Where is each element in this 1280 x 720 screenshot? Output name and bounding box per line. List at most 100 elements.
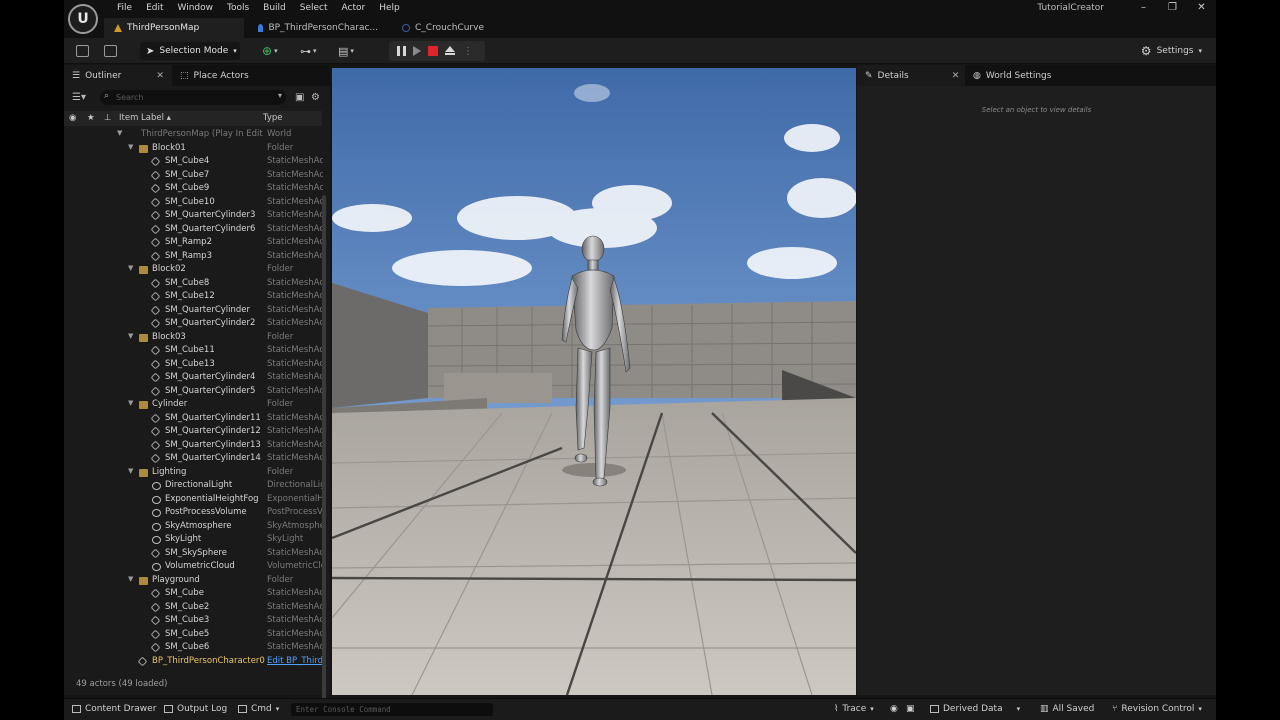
table-row[interactable]: ExponentialHeightFog ExponentialHeightFog: [64, 493, 323, 507]
column-type[interactable]: Type: [263, 113, 283, 123]
table-row[interactable]: SM_Cube10 StaticMeshActor: [64, 196, 323, 210]
table-row[interactable]: SM_SkySphere StaticMeshActor: [64, 547, 323, 561]
folder-row[interactable]: ▼ Block01 Folder: [64, 142, 322, 156]
tab-outliner[interactable]: ☰ Outliner ✕: [64, 65, 172, 86]
expand-arrow-icon[interactable]: ▼: [128, 264, 133, 272]
table-row[interactable]: SM_QuarterCylinder12 StaticMeshActor: [64, 425, 323, 439]
row-type[interactable]: Edit BP_ThirdPersonCharacter: [267, 656, 323, 666]
table-row[interactable]: SM_Cube8 StaticMeshActor: [64, 277, 323, 291]
menu-edit[interactable]: Edit: [139, 0, 170, 16]
table-row[interactable]: SM_Cube11 StaticMeshActor: [64, 344, 323, 358]
add-actor-button[interactable]: ⊕ ▾: [262, 43, 278, 59]
step-frame-icon[interactable]: [413, 46, 421, 56]
level-viewport[interactable]: [332, 68, 856, 695]
restore-icon[interactable]: ❐: [1158, 0, 1187, 16]
folder-row[interactable]: ▼ Cylinder Folder: [64, 398, 322, 412]
table-row[interactable]: SM_Cube9 StaticMeshActor: [64, 182, 323, 196]
save-icon[interactable]: [76, 45, 89, 57]
outliner-search-input[interactable]: ⌕ Search ▾: [100, 90, 286, 105]
tab-place-actors[interactable]: ⬚ Place Actors: [172, 65, 257, 86]
table-row[interactable]: BP_ThirdPersonCharacter0Edit BP_ThirdPer…: [64, 655, 323, 669]
table-row[interactable]: SM_Cube7 StaticMeshActor: [64, 169, 323, 183]
visibility-column-icon[interactable]: ◉: [69, 113, 76, 123]
table-row[interactable]: VolumetricCloud VolumetricCloud: [64, 560, 323, 574]
table-row[interactable]: SM_Cube3 StaticMeshActor: [64, 614, 323, 628]
settings-button[interactable]: ⚙ Settings ▾: [1141, 43, 1202, 59]
table-row[interactable]: SM_QuarterCylinder11 StaticMeshActor: [64, 412, 323, 426]
table-row[interactable]: SM_QuarterCylinder2 StaticMeshActor: [64, 317, 323, 331]
cinematics-button[interactable]: ▤ ▾: [338, 43, 354, 59]
expand-arrow-icon[interactable]: ▼: [128, 332, 133, 340]
trace-button[interactable]: ⌇ Trace ▾: [834, 704, 874, 714]
folder-row[interactable]: ▼ Lighting Folder: [64, 466, 322, 480]
selection-mode-button[interactable]: ➤ Selection Mode ▾: [140, 42, 240, 60]
close-window-icon[interactable]: ✕: [1187, 0, 1216, 16]
derived-data-button[interactable]: Derived Data ▾: [930, 704, 1020, 714]
table-row[interactable]: DirectionalLight DirectionalLight: [64, 479, 323, 493]
table-row[interactable]: PostProcessVolume PostProcessVolume: [64, 506, 323, 520]
table-row[interactable]: SM_QuarterCylinder5 StaticMeshActor: [64, 385, 323, 399]
tab-bp-thirdpersoncharacter[interactable]: BP_ThirdPersonCharac...: [248, 18, 388, 38]
table-row[interactable]: SM_QuarterCylinder14 StaticMeshActor: [64, 452, 323, 466]
tab-details[interactable]: ✎ Details ✕: [857, 65, 965, 86]
expand-arrow-icon[interactable]: ▼: [128, 467, 133, 475]
menu-select[interactable]: Select: [293, 0, 335, 16]
menu-tools[interactable]: Tools: [220, 0, 256, 16]
menu-actor[interactable]: Actor: [335, 0, 373, 16]
table-row[interactable]: SkyAtmosphere SkyAtmosphere: [64, 520, 323, 534]
table-row[interactable]: SM_QuarterCylinder StaticMeshActor: [64, 304, 323, 318]
gear-icon[interactable]: ⚙: [311, 92, 320, 103]
table-row[interactable]: SM_Cube StaticMeshActor: [64, 587, 323, 601]
table-row[interactable]: ▼ ThirdPersonMap (Play In Edit World: [64, 128, 322, 142]
table-row[interactable]: SM_QuarterCylinder4 StaticMeshActor: [64, 371, 323, 385]
unreal-logo-icon[interactable]: U: [68, 4, 98, 34]
blueprints-button[interactable]: ⊶ ▾: [300, 43, 317, 59]
record-icon[interactable]: ◉: [890, 704, 898, 714]
expand-arrow-icon[interactable]: ▼: [128, 143, 133, 151]
outliner-scrollbar[interactable]: [322, 195, 326, 715]
revision-control-button[interactable]: ⑂ Revision Control ▾: [1112, 704, 1202, 714]
expand-arrow-icon[interactable]: ▼: [128, 575, 133, 583]
table-row[interactable]: SM_Cube12 StaticMeshActor: [64, 290, 323, 304]
stop-icon[interactable]: [428, 46, 438, 56]
table-row[interactable]: SM_Cube2 StaticMeshActor: [64, 601, 323, 615]
table-row[interactable]: SM_Cube6 StaticMeshActor: [64, 641, 323, 655]
filter-icon[interactable]: ☰▾: [72, 92, 86, 103]
tab-world-settings[interactable]: ◍ World Settings: [965, 65, 1059, 86]
pause-icon[interactable]: [397, 46, 406, 56]
output-log-button[interactable]: Output Log: [164, 704, 227, 714]
favorite-column-icon[interactable]: ★: [87, 113, 95, 123]
column-item-label[interactable]: Item Label ▴: [119, 113, 171, 123]
table-row[interactable]: SM_Cube5 StaticMeshActor: [64, 628, 323, 642]
screenshot-icon[interactable]: ▣: [906, 704, 915, 714]
menu-build[interactable]: Build: [256, 0, 293, 16]
pin-column-icon[interactable]: ⊥: [104, 113, 111, 123]
table-row[interactable]: SM_Ramp2 StaticMeshActor: [64, 236, 323, 250]
tab-thirdpersonmap[interactable]: ThirdPersonMap: [104, 18, 244, 38]
folder-row[interactable]: ▼ Playground Folder: [64, 574, 322, 588]
minimize-icon[interactable]: –: [1129, 0, 1158, 16]
menu-window[interactable]: Window: [171, 0, 221, 16]
cmd-button[interactable]: Cmd ▾: [238, 704, 279, 714]
table-row[interactable]: SkyLight SkyLight: [64, 533, 322, 547]
eject-icon[interactable]: [445, 46, 456, 56]
more-options-icon[interactable]: ⋮: [463, 46, 473, 57]
table-row[interactable]: SM_QuarterCylinder3 StaticMeshActor: [64, 209, 323, 223]
table-row[interactable]: SM_QuarterCylinder6 StaticMeshActor: [64, 223, 323, 237]
menu-help[interactable]: Help: [372, 0, 407, 16]
all-saved-button[interactable]: ▥ All Saved: [1040, 704, 1094, 714]
table-row[interactable]: SM_Cube13 StaticMeshActor: [64, 358, 323, 372]
expand-arrow-icon[interactable]: ▼: [117, 129, 122, 137]
content-drawer-button[interactable]: Content Drawer: [72, 704, 156, 714]
folder-row[interactable]: ▼ Block03 Folder: [64, 331, 322, 345]
close-icon[interactable]: ✕: [156, 71, 164, 81]
chevron-down-icon[interactable]: ▾: [278, 91, 282, 100]
close-icon[interactable]: ✕: [952, 71, 960, 81]
expand-arrow-icon[interactable]: ▼: [128, 399, 133, 407]
folder-row[interactable]: ▼ Block02 Folder: [64, 263, 322, 277]
new-folder-icon[interactable]: ▣: [295, 92, 304, 103]
table-row[interactable]: SM_QuarterCylinder13 StaticMeshActor: [64, 439, 323, 453]
table-row[interactable]: SM_Cube4 StaticMeshActor: [64, 155, 323, 169]
table-row[interactable]: SM_Ramp3 StaticMeshActor: [64, 250, 323, 264]
content-browser-icon[interactable]: [104, 45, 117, 57]
